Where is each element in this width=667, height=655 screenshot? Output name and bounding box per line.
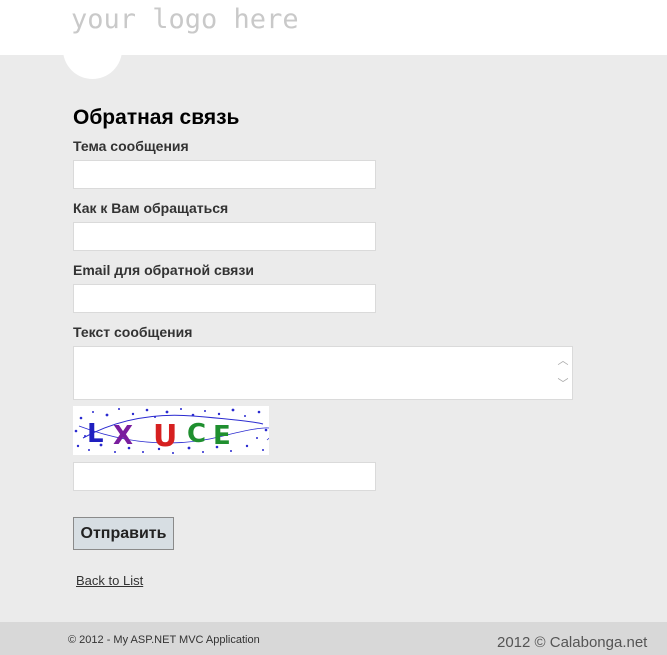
captcha-letter-3: U bbox=[153, 419, 177, 454]
name-input[interactable] bbox=[73, 222, 376, 251]
captcha-letter-4: C bbox=[187, 419, 206, 449]
message-textarea[interactable] bbox=[73, 346, 573, 400]
chevron-down-icon[interactable]: ﹀ bbox=[555, 377, 571, 391]
chevron-up-icon[interactable]: ︿ bbox=[555, 354, 571, 368]
email-input[interactable] bbox=[73, 284, 376, 313]
back-to-list-link[interactable]: Back to List bbox=[76, 573, 143, 588]
captcha-letter-2: X bbox=[113, 421, 133, 451]
message-label: Текст сообщения bbox=[73, 324, 193, 340]
site-logo[interactable]: your logo here bbox=[71, 4, 299, 35]
page-title: Обратная связь bbox=[73, 106, 240, 129]
name-label: Как к Вам обращаться bbox=[73, 200, 229, 216]
watermark-text: 2012 © Calabonga.net bbox=[497, 634, 648, 651]
submit-button[interactable]: Отправить bbox=[73, 517, 174, 550]
captcha-image: L X U C E bbox=[73, 406, 269, 455]
email-label: Email для обратной связи bbox=[73, 262, 254, 278]
captcha-input[interactable] bbox=[73, 462, 376, 491]
captcha-letter-5: E bbox=[213, 421, 231, 451]
captcha-letter-1: L bbox=[87, 419, 104, 449]
footer-copyright: © 2012 - My ASP.NET MVC Application bbox=[68, 634, 260, 646]
subject-label: Тема сообщения bbox=[73, 138, 189, 154]
subject-input[interactable] bbox=[73, 160, 376, 189]
